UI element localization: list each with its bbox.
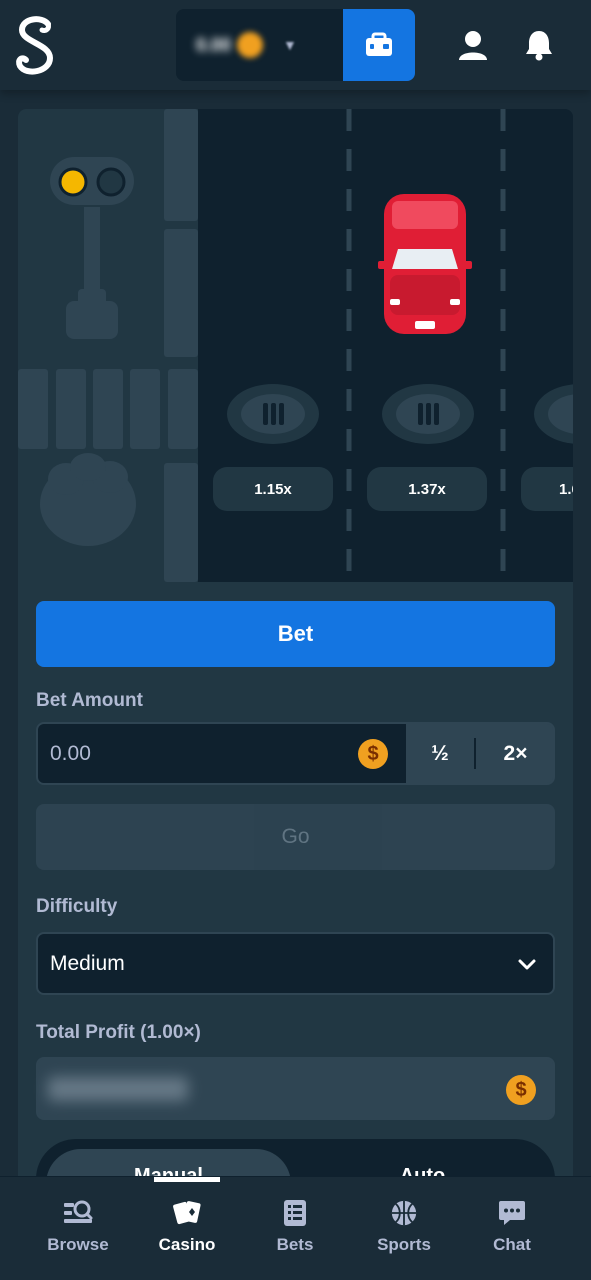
stake-logo[interactable]	[14, 14, 58, 78]
manhole-icon	[534, 384, 573, 444]
nav-bets[interactable]: Bets	[240, 1177, 350, 1280]
nav-label: Bets	[276, 1235, 314, 1254]
road-scene	[18, 109, 573, 582]
difficulty-value: Medium	[50, 951, 125, 975]
wallet-icon	[366, 32, 392, 56]
chevron-down-icon: ▼	[283, 37, 297, 53]
multiplier-value: 1.6	[559, 480, 573, 498]
dollar-coin-icon: $	[358, 739, 388, 769]
profit-value-blurred	[48, 1077, 188, 1101]
basketball-icon	[391, 1200, 417, 1226]
dollar-coin-icon: $	[506, 1075, 536, 1105]
total-profit-label: Total Profit (1.00×)	[36, 1022, 201, 1043]
multiplier-value: 1.37x	[408, 480, 446, 498]
notifications-button[interactable]	[518, 24, 560, 66]
go-button[interactable]: Go	[36, 804, 555, 870]
user-icon	[459, 31, 487, 60]
nav-browse[interactable]: Browse	[23, 1177, 133, 1280]
nav-label: Chat	[493, 1235, 531, 1254]
casino-cards-icon	[173, 1201, 201, 1225]
multiplier-chip[interactable]: 1.6	[521, 467, 573, 511]
wallet-balance[interactable]: 0.00 ▼	[176, 9, 344, 81]
top-bar: 0.00 ▼	[0, 0, 591, 90]
currency-coin-icon	[237, 32, 264, 58]
difficulty-label: Difficulty	[36, 896, 118, 917]
browse-icon	[64, 1200, 93, 1223]
bets-list-icon	[284, 1200, 306, 1226]
bet-amount-label: Bet Amount	[36, 690, 143, 711]
wallet-button[interactable]	[343, 9, 415, 81]
bottom-nav: Browse Casino Bets Sports Chat	[0, 1176, 591, 1280]
manhole-icon	[382, 384, 474, 444]
nav-casino[interactable]: Casino	[132, 1177, 242, 1280]
game-board: 1.15x 1.37x 1.6	[18, 109, 573, 582]
double-bet-button[interactable]: 2×	[476, 724, 555, 783]
multiplier-value: 1.15x	[254, 480, 292, 498]
bet-amount-input[interactable]: 0.00 $	[38, 724, 406, 783]
nav-label: Sports	[377, 1235, 431, 1254]
half-bet-button[interactable]: ½	[406, 724, 474, 783]
difficulty-select[interactable]: Medium	[36, 932, 555, 995]
bet-amount-group: 0.00 $ ½ 2×	[36, 722, 555, 785]
nav-chat[interactable]: Chat	[457, 1177, 567, 1280]
bell-icon	[526, 31, 552, 61]
bet-amount-value: 0.00	[50, 741, 91, 765]
nav-label: Browse	[47, 1235, 109, 1254]
profile-button[interactable]	[452, 24, 494, 66]
nav-sports[interactable]: Sports	[349, 1177, 459, 1280]
bush-icon	[40, 453, 136, 546]
multiplier-chip[interactable]: 1.15x	[213, 467, 333, 511]
chevron-down-icon	[518, 959, 536, 970]
manhole-icon	[227, 384, 319, 444]
nav-label: Casino	[158, 1235, 216, 1254]
car-icon	[378, 194, 472, 334]
bet-button[interactable]: Bet	[36, 601, 555, 667]
multiplier-chip[interactable]: 1.37x	[367, 467, 487, 511]
wallet-amount: 0.00	[196, 34, 232, 55]
chat-bubble-icon	[499, 1201, 525, 1225]
total-profit-field: $	[36, 1057, 555, 1120]
